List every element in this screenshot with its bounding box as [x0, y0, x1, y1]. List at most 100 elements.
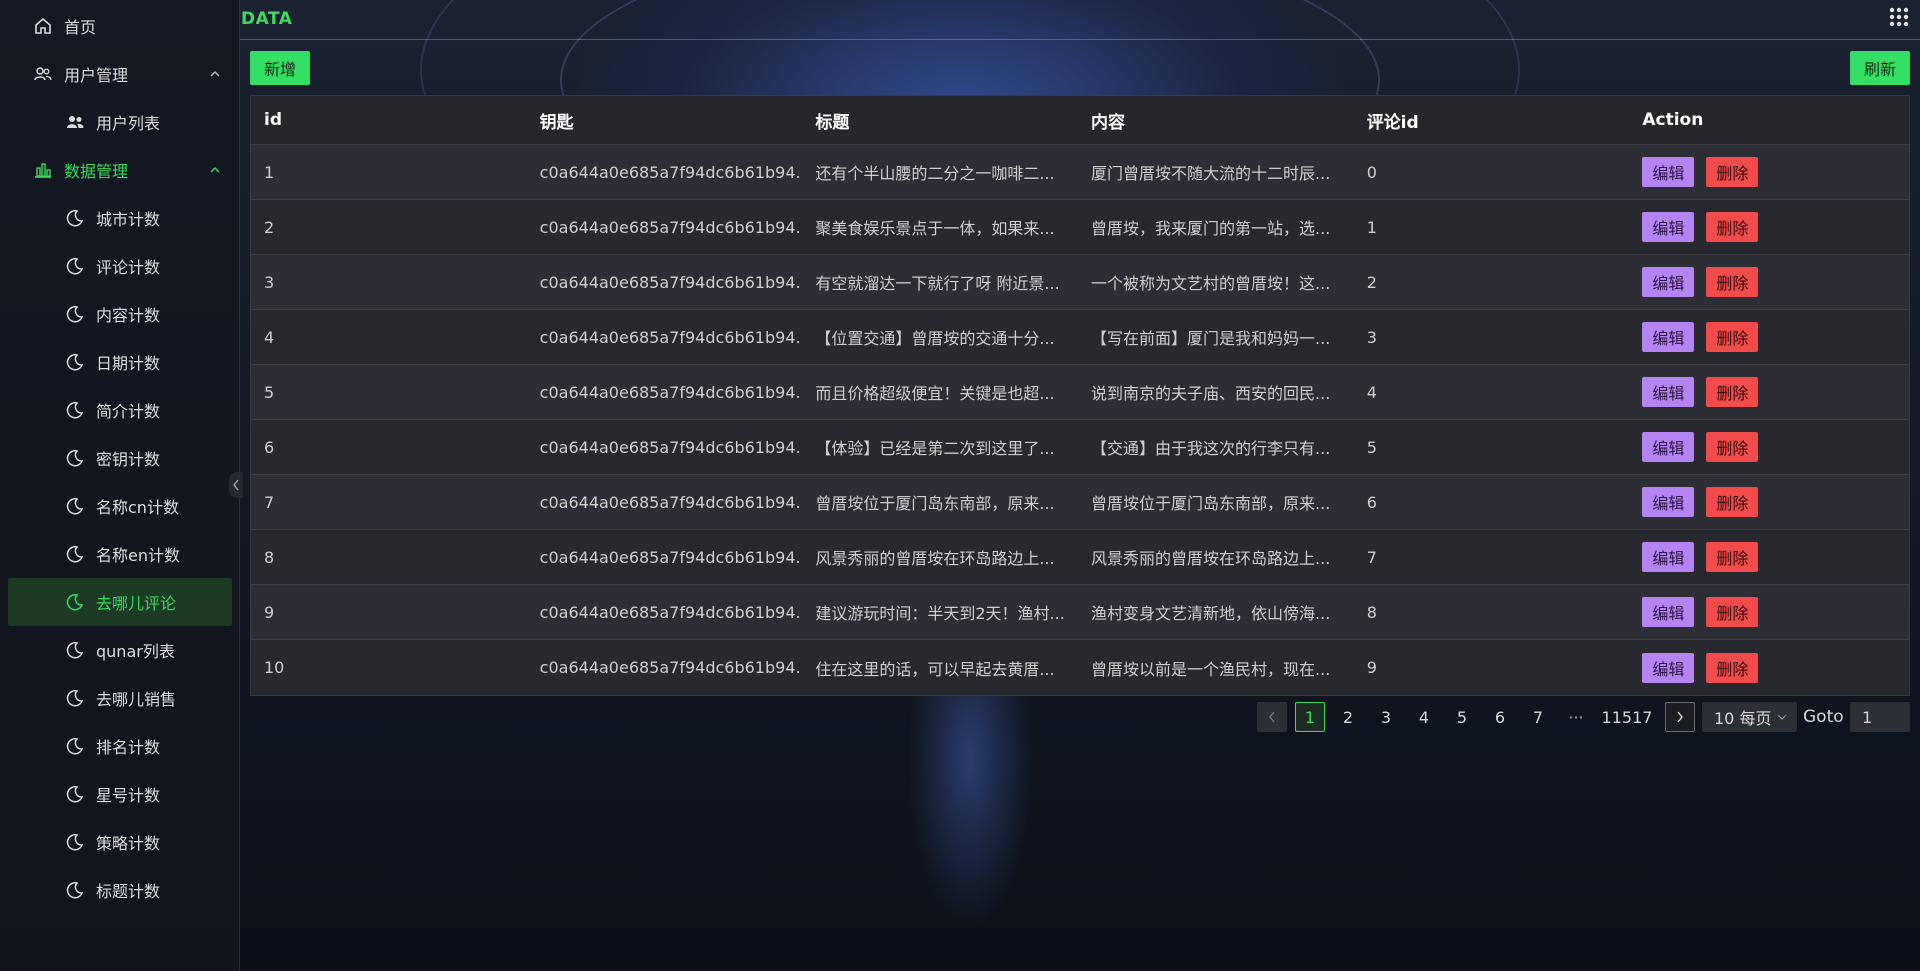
- table-row[interactable]: 7 c0a644a0e685a7f94dc6b61b94... 曾厝垵位于厦门岛东南…: [251, 475, 1909, 530]
- table-row[interactable]: 3 c0a644a0e685a7f94dc6b61b94... 有空就溜达一下就行了…: [251, 255, 1909, 310]
- edit-button[interactable]: 编辑: [1642, 377, 1695, 407]
- sidebar-item[interactable]: 去哪儿评论: [8, 578, 232, 626]
- column-header[interactable]: 内容: [1078, 108, 1354, 133]
- edit-button[interactable]: 编辑: [1642, 652, 1695, 683]
- table-row[interactable]: 10 c0a644a0e685a7f94dc6b61b94... 住在这里的话，可以…: [251, 640, 1909, 695]
- collapse-sidebar-button[interactable]: [229, 472, 243, 498]
- sidebar-item[interactable]: 名称en计数: [0, 530, 240, 578]
- apps-grid-icon[interactable]: [1888, 6, 1910, 28]
- table-row[interactable]: 2 c0a644a0e685a7f94dc6b61b94... 聚美食娱乐景点于一体…: [251, 200, 1909, 255]
- page-size-select[interactable]: 10 每页: [1702, 702, 1797, 732]
- page-number-button[interactable]: 5: [1447, 702, 1477, 732]
- edit-button[interactable]: 编辑: [1642, 212, 1695, 242]
- cell-title: 曾厝垵位于厦门岛东南部，原来...: [815, 494, 1055, 513]
- page-number-button[interactable]: 2: [1333, 702, 1363, 732]
- column-header[interactable]: 标题: [802, 108, 1078, 133]
- page-number-button[interactable]: 7: [1523, 702, 1553, 732]
- cell-title: 住在这里的话，可以早起去黄厝...: [815, 659, 1055, 679]
- delete-button[interactable]: 删除: [1706, 267, 1759, 297]
- cell-content: 曾厝垵，我来厦门的第一站，选...: [1091, 219, 1331, 238]
- sidebar-item[interactable]: 日期计数: [0, 338, 240, 386]
- table-row[interactable]: 5 c0a644a0e685a7f94dc6b61b94... 而且价格超级便宜！关…: [251, 365, 1909, 420]
- delete-button[interactable]: 删除: [1706, 322, 1759, 352]
- edit-button[interactable]: 编辑: [1642, 157, 1695, 187]
- moon-icon: [64, 543, 86, 565]
- delete-button[interactable]: 删除: [1706, 487, 1759, 517]
- sidebar-item[interactable]: 简介计数: [0, 386, 240, 434]
- sidebar-item[interactable]: 名称cn计数: [0, 482, 240, 530]
- next-page-button[interactable]: [1665, 702, 1695, 732]
- edit-button[interactable]: 编辑: [1642, 542, 1695, 572]
- page-number-button[interactable]: 6: [1485, 702, 1515, 732]
- page-ellipsis[interactable]: ···: [1561, 702, 1591, 732]
- sidebar-item[interactable]: 去哪儿销售: [0, 674, 240, 722]
- cell-content: 曾厝垵以前是一个渔民村，现在...: [1091, 659, 1331, 679]
- users-icon: [32, 63, 54, 85]
- cell-title: 建议游玩时间：半天到2天！渔村...: [815, 604, 1065, 623]
- edit-button[interactable]: 编辑: [1642, 487, 1695, 517]
- sidebar-item-label: 数据管理: [64, 162, 129, 181]
- delete-button[interactable]: 删除: [1706, 652, 1759, 683]
- delete-button[interactable]: 删除: [1706, 212, 1759, 242]
- table-row[interactable]: 9 c0a644a0e685a7f94dc6b61b94... 建议游玩时间：半天到…: [251, 585, 1909, 640]
- last-page-button[interactable]: 11517: [1597, 702, 1657, 732]
- page-number-button[interactable]: 3: [1371, 702, 1401, 732]
- sidebar-item[interactable]: 内容计数: [0, 290, 240, 338]
- page-number-button[interactable]: 1: [1295, 702, 1325, 732]
- cell-id: 1: [264, 162, 275, 182]
- edit-button[interactable]: 编辑: [1642, 322, 1695, 352]
- sidebar-item-label: 去哪儿评论: [96, 594, 177, 613]
- add-button[interactable]: 新增: [250, 51, 310, 85]
- delete-button[interactable]: 删除: [1706, 157, 1759, 187]
- column-header[interactable]: id: [251, 110, 527, 130]
- sidebar-item-user-list[interactable]: 用户列表: [0, 98, 240, 146]
- column-header[interactable]: 评论id: [1354, 108, 1630, 133]
- moon-icon: [64, 351, 86, 373]
- user-list-icon: [64, 111, 86, 133]
- column-header[interactable]: 钥匙: [527, 108, 803, 133]
- delete-button[interactable]: 删除: [1706, 597, 1759, 627]
- row-actions: 编辑 删除: [1629, 542, 1909, 572]
- prev-page-button[interactable]: [1257, 702, 1287, 732]
- goto-page-input[interactable]: [1850, 702, 1910, 732]
- sidebar-item[interactable]: 策略计数: [0, 818, 240, 866]
- delete-button[interactable]: 删除: [1706, 377, 1759, 407]
- moon-icon: [64, 687, 86, 709]
- cell-id: 7: [264, 492, 275, 512]
- row-actions: 编辑 删除: [1629, 157, 1909, 187]
- moon-icon: [64, 495, 86, 517]
- sidebar-item[interactable]: 密钥计数: [0, 434, 240, 482]
- table-row[interactable]: 4 c0a644a0e685a7f94dc6b61b94... 【位置交通】曾厝垵的…: [251, 310, 1909, 365]
- sidebar-item[interactable]: 城市计数: [0, 194, 240, 242]
- page-number-button[interactable]: 4: [1409, 702, 1439, 732]
- edit-button[interactable]: 编辑: [1642, 267, 1695, 297]
- moon-icon: [64, 447, 86, 469]
- delete-button[interactable]: 删除: [1706, 432, 1759, 462]
- sidebar-group-user-management[interactable]: 用户管理: [0, 50, 240, 98]
- table-row[interactable]: 1 c0a644a0e685a7f94dc6b61b94... 还有个半山腰的二分之…: [251, 145, 1909, 200]
- moon-icon: [64, 303, 86, 325]
- sidebar-item[interactable]: 排名计数: [0, 722, 240, 770]
- edit-button[interactable]: 编辑: [1642, 597, 1695, 627]
- sidebar-item[interactable]: 标题计数: [0, 866, 240, 914]
- sidebar-item-label: 星号计数: [96, 786, 161, 805]
- edit-button[interactable]: 编辑: [1642, 432, 1695, 462]
- header-divider: [240, 39, 1920, 40]
- sidebar-item[interactable]: 星号计数: [0, 770, 240, 818]
- cell-key: c0a644a0e685a7f94dc6b61b94...: [539, 658, 803, 677]
- cell-comment-id: 4: [1366, 382, 1377, 402]
- cell-id: 8: [264, 547, 275, 567]
- cell-title: 风景秀丽的曾厝垵在环岛路边上...: [815, 549, 1055, 568]
- sidebar-item[interactable]: 评论计数: [0, 242, 240, 290]
- sidebar-item[interactable]: qunar列表: [0, 626, 240, 674]
- refresh-button[interactable]: 刷新: [1850, 51, 1910, 85]
- home-icon: [32, 15, 54, 37]
- cell-content: 曾厝垵位于厦门岛东南部，原来...: [1091, 494, 1331, 513]
- sidebar-group-data-management[interactable]: 数据管理: [0, 146, 240, 194]
- table-row[interactable]: 8 c0a644a0e685a7f94dc6b61b94... 风景秀丽的曾厝垵在环…: [251, 530, 1909, 585]
- sidebar-item-label: 用户管理: [64, 66, 129, 85]
- chevron-up-icon: [208, 162, 222, 181]
- table-row[interactable]: 6 c0a644a0e685a7f94dc6b61b94... 【体验】已经是第二次…: [251, 420, 1909, 475]
- sidebar-item-home[interactable]: 首页: [0, 2, 240, 50]
- delete-button[interactable]: 删除: [1706, 542, 1759, 572]
